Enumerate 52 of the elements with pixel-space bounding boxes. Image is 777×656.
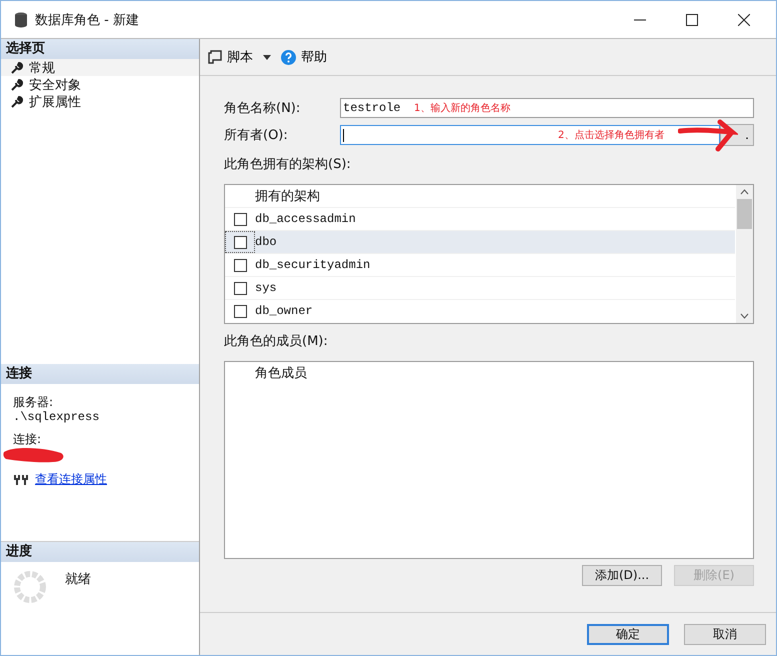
page-item[interactable]: 安全对象	[1, 76, 199, 93]
annotation-text: 1、输入新的角色名称	[414, 102, 510, 115]
close-icon[interactable]	[738, 14, 750, 26]
progress-status: 就绪	[65, 571, 91, 589]
connection-label: 连接:	[13, 432, 42, 446]
checkbox[interactable]	[234, 212, 246, 226]
column-header: 角色成员	[255, 365, 307, 382]
schema-row[interactable]: sys	[225, 276, 735, 299]
owner-field[interactable]	[340, 125, 720, 145]
checkbox[interactable]	[234, 236, 246, 248]
wrench-icon	[11, 78, 23, 90]
schema-row[interactable]: dbo	[225, 230, 735, 253]
page-item[interactable]: 扩展属性	[1, 93, 199, 110]
role-name-label: 角色名称(N):	[224, 100, 302, 117]
dropdown-caret-icon[interactable]	[263, 54, 271, 60]
scrollbar[interactable]	[736, 185, 753, 323]
schema-row[interactable]: db_owner	[225, 299, 735, 322]
scroll-thumb[interactable]	[737, 199, 752, 229]
checkbox[interactable]	[234, 282, 246, 294]
script-icon	[208, 50, 222, 64]
maximize-icon[interactable]	[686, 14, 698, 26]
checkbox[interactable]	[234, 258, 246, 272]
column-header: 拥有的架构	[255, 188, 320, 205]
help-button[interactable]: 帮助	[279, 46, 329, 68]
add-button[interactable]: 添加(D)...	[582, 565, 662, 586]
page-item[interactable]: 常规	[1, 59, 199, 76]
section-header: 进度	[1, 542, 199, 562]
database-icon	[14, 12, 28, 28]
owner-label: 所有者(O):	[224, 127, 289, 144]
server-name: .\sqlexpress	[13, 411, 100, 423]
members-label: 此角色的成员(M):	[224, 333, 329, 350]
help-icon	[281, 50, 296, 64]
scroll-up-icon[interactable]	[740, 189, 749, 195]
connection-properties-link[interactable]: 查看连接属性	[35, 471, 107, 488]
plug-icon	[13, 474, 29, 486]
wrench-icon	[11, 96, 23, 108]
checkbox[interactable]	[234, 304, 246, 318]
section-header: 选择页	[1, 39, 199, 59]
ok-button[interactable]: 确定	[587, 624, 669, 644]
annotation-arrow	[678, 119, 738, 153]
server-label: 服务器:	[13, 394, 54, 411]
section-header: 连接	[1, 364, 199, 384]
scroll-down-icon[interactable]	[740, 313, 749, 319]
redaction-mark	[3, 446, 65, 464]
wrench-icon	[11, 62, 23, 74]
spinner-icon	[13, 570, 47, 604]
window-title: 数据库角色 - 新建	[35, 12, 139, 28]
script-button[interactable]: 脚本	[206, 46, 255, 68]
schemas-label: 此角色拥有的架构(S):	[224, 156, 352, 173]
cancel-button[interactable]: 取消	[684, 624, 766, 644]
schema-row[interactable]: db_securityadmin	[225, 253, 735, 276]
annotation-text: 2、点击选择角色拥有者	[558, 128, 664, 142]
